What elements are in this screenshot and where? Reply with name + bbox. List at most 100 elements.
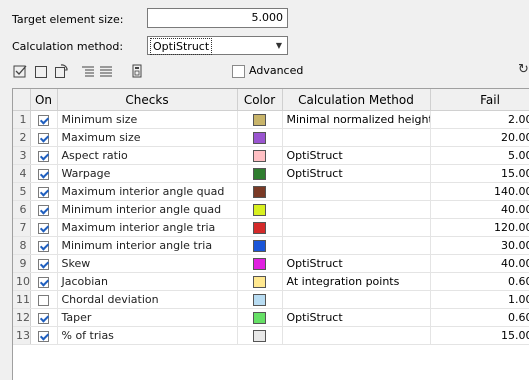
color-swatch[interactable] <box>253 294 266 306</box>
row-number: 5 <box>13 182 31 201</box>
on-checkbox[interactable] <box>38 330 49 342</box>
table-row[interactable]: 10 Jacobian At integration points0.600 <box>13 272 529 291</box>
calculator-icon[interactable] <box>129 63 145 79</box>
table-row[interactable]: 13 % of trias 15.000 <box>13 326 529 345</box>
color-swatch[interactable] <box>253 330 266 342</box>
chevron-down-icon[interactable]: ▼ <box>271 37 287 54</box>
on-checkbox[interactable] <box>38 114 49 126</box>
fail-value[interactable]: 120.000 <box>430 218 529 237</box>
row-number: 8 <box>13 236 31 255</box>
table-row[interactable]: 11 Chordal deviation 1.000 <box>13 290 529 309</box>
fail-value[interactable]: 40.000 <box>430 200 529 219</box>
on-checkbox[interactable] <box>38 132 49 144</box>
calc-method-cell[interactable] <box>282 326 431 345</box>
color-swatch[interactable] <box>253 276 266 288</box>
uncheck-all-icon[interactable] <box>33 63 49 79</box>
fail-value[interactable]: 0.600 <box>430 272 529 291</box>
target-size-input[interactable]: 5.000 <box>147 8 288 28</box>
fail-value[interactable]: 15.000 <box>430 164 529 183</box>
on-checkbox[interactable] <box>38 150 49 162</box>
calc-method-cell[interactable]: Minimal normalized height <box>282 110 431 129</box>
collapse-icon[interactable] <box>98 63 114 79</box>
reset-icon[interactable] <box>53 63 69 79</box>
calc-method-cell[interactable] <box>282 182 431 201</box>
table-row[interactable]: 3 Aspect ratio OptiStruct5.000 <box>13 146 529 165</box>
on-checkbox[interactable] <box>38 168 49 180</box>
toolbar: Advanced ↻ <box>0 60 529 84</box>
on-checkbox[interactable] <box>38 294 49 306</box>
fail-value[interactable]: 15.000 <box>430 326 529 345</box>
fail-value[interactable]: 5.000 <box>430 146 529 165</box>
table-row[interactable]: 7 Maximum interior angle tria 120.000 <box>13 218 529 237</box>
fail-value[interactable]: 20.000 <box>430 128 529 147</box>
on-cell <box>30 200 58 219</box>
on-checkbox[interactable] <box>38 240 49 252</box>
color-swatch[interactable] <box>253 114 266 126</box>
calc-method-cell[interactable] <box>282 128 431 147</box>
calc-method-cell[interactable]: At integration points <box>282 272 431 291</box>
on-cell <box>30 128 58 147</box>
checks-header[interactable]: Checks <box>57 89 238 111</box>
fail-value[interactable]: 40.000 <box>430 254 529 273</box>
fail-value[interactable]: 0.600 <box>430 308 529 327</box>
fail-header[interactable]: Fail <box>430 89 529 111</box>
check-all-icon[interactable] <box>12 63 28 79</box>
color-swatch[interactable] <box>253 258 266 270</box>
fail-value[interactable]: 1.000 <box>430 290 529 309</box>
target-size-label: Target element size: <box>12 13 124 26</box>
table-row[interactable]: 8 Minimum interior angle tria 30.000 <box>13 236 529 255</box>
color-cell <box>237 146 283 165</box>
check-name: Chordal deviation <box>57 290 238 309</box>
on-cell <box>30 146 58 165</box>
table-row[interactable]: 6 Minimum interior angle quad 40.000 <box>13 200 529 219</box>
on-cell <box>30 182 58 201</box>
calc-method-cell[interactable]: OptiStruct <box>282 146 431 165</box>
calc-method-select[interactable]: OptiStruct ▼ <box>147 36 288 55</box>
calc-method-cell[interactable] <box>282 290 431 309</box>
color-cell <box>237 128 283 147</box>
table-row[interactable]: 5 Maximum interior angle quad 140.000 <box>13 182 529 201</box>
color-swatch[interactable] <box>253 132 266 144</box>
calc-method-cell[interactable]: OptiStruct <box>282 164 431 183</box>
calc-method-cell[interactable]: OptiStruct <box>282 254 431 273</box>
row-number: 4 <box>13 164 31 183</box>
table-row[interactable]: 12 Taper OptiStruct0.600 <box>13 308 529 327</box>
table-row[interactable]: 1 Minimum size Minimal normalized height 2.… <box>13 110 529 129</box>
color-swatch[interactable] <box>253 186 266 198</box>
on-checkbox[interactable] <box>38 204 49 216</box>
on-cell <box>30 254 58 273</box>
table-row[interactable]: 9 Skew OptiStruct40.000 <box>13 254 529 273</box>
calc-method-cell[interactable] <box>282 218 431 237</box>
on-checkbox[interactable] <box>38 276 49 288</box>
color-swatch[interactable] <box>253 312 266 324</box>
table-row[interactable]: 4 Warpage OptiStruct15.000 <box>13 164 529 183</box>
calc-method-header[interactable]: Calculation Method <box>282 89 431 111</box>
color-swatch[interactable] <box>253 240 266 252</box>
advanced-checkbox[interactable] <box>232 65 245 78</box>
on-header[interactable]: On <box>30 89 58 111</box>
calc-method-cell[interactable]: OptiStruct <box>282 308 431 327</box>
on-cell <box>30 236 58 255</box>
check-name: % of trias <box>57 326 238 345</box>
color-swatch[interactable] <box>253 150 266 162</box>
table-row[interactable]: 2 Maximum size 20.000 <box>13 128 529 147</box>
calc-method-cell[interactable] <box>282 236 431 255</box>
color-swatch[interactable] <box>253 168 266 180</box>
refresh-icon[interactable]: ↻ <box>518 62 529 77</box>
calc-method-cell[interactable] <box>282 200 431 219</box>
on-checkbox[interactable] <box>38 222 49 234</box>
on-checkbox[interactable] <box>38 186 49 198</box>
row-number: 1 <box>13 110 31 129</box>
fail-value[interactable]: 140.000 <box>430 182 529 201</box>
color-swatch[interactable] <box>253 222 266 234</box>
fail-value[interactable]: 30.000 <box>430 236 529 255</box>
fail-value[interactable]: 2.000 <box>430 110 529 129</box>
color-cell <box>237 308 283 327</box>
on-cell <box>30 272 58 291</box>
expand-icon[interactable] <box>80 63 96 79</box>
color-header[interactable]: Color <box>237 89 283 111</box>
on-checkbox[interactable] <box>38 312 49 324</box>
color-swatch[interactable] <box>253 204 266 216</box>
on-checkbox[interactable] <box>38 258 49 270</box>
on-cell <box>30 218 58 237</box>
